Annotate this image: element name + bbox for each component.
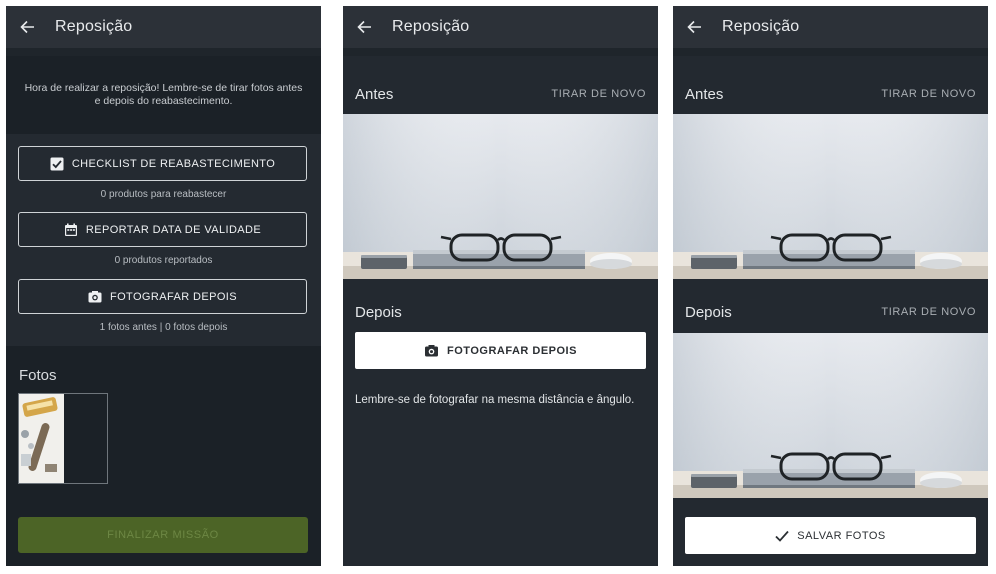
photo-count: 1 fotos antes | 0 fotos depois (99, 322, 228, 333)
finish-mission-button[interactable]: FINALIZAR MISSÃO (18, 517, 308, 553)
finish-mission-label: FINALIZAR MISSÃO (107, 529, 219, 541)
report-expiry-label: REPORTAR DATA DE VALIDADE (85, 223, 262, 236)
checkbox-icon (50, 157, 64, 170)
divider (343, 48, 658, 56)
after-label: Depois (685, 303, 732, 321)
before-label: Antes (685, 85, 724, 103)
screen-reposicao-before-after: Reposição Antes TIRAR DE NOVO Depois TIR… (673, 6, 988, 566)
divider (673, 48, 988, 56)
app-bar: Reposição (673, 6, 988, 48)
hint-text: Lembre-se de fotografar na mesma distânc… (355, 394, 635, 406)
checklist-count: 0 produtos para reabastecer (100, 189, 227, 200)
intro-text: Hora de realizar a reposição! Lembre-se … (24, 82, 303, 107)
retake-after-button[interactable]: TIRAR DE NOVO (881, 306, 976, 318)
before-label: Antes (355, 85, 394, 103)
checklist-button[interactable]: CHECKLIST DE REABASTECIMENTO (18, 146, 307, 181)
back-arrow-icon[interactable] (687, 20, 702, 34)
after-photo-image (673, 333, 988, 498)
product-photo-image (19, 394, 107, 483)
screen-reposicao-overview: Reposição Hora de realizar a reposição! … (6, 6, 321, 566)
intro-banner: Hora de realizar a reposição! Lembre-se … (6, 56, 321, 134)
back-arrow-icon[interactable] (20, 20, 35, 34)
after-label: Depois (355, 303, 402, 321)
after-header: Depois TIRAR DE NOVO (673, 302, 988, 322)
before-header: Antes TIRAR DE NOVO (343, 84, 658, 104)
screen-reposicao-before: Reposição Antes TIRAR DE NOVO Depois FOT… (343, 6, 658, 566)
photo-thumbnail[interactable] (18, 393, 108, 484)
before-header: Antes TIRAR DE NOVO (673, 84, 988, 104)
after-header: Depois (343, 302, 658, 322)
page-title: Reposição (722, 18, 800, 35)
retake-before-button[interactable]: TIRAR DE NOVO (881, 88, 976, 100)
page-title: Reposição (55, 18, 133, 35)
save-photos-label: SALVAR FOTOS (797, 529, 886, 542)
report-expiry-button[interactable]: REPORTAR DATA DE VALIDADE (18, 212, 307, 247)
app-bar: Reposição (343, 6, 658, 48)
camera-icon (425, 344, 439, 356)
camera-icon (88, 290, 102, 302)
checkmark-icon (775, 530, 789, 542)
page-title: Reposição (392, 18, 470, 35)
before-photo-image (343, 114, 658, 279)
save-photos-button[interactable]: SALVAR FOTOS (685, 517, 976, 554)
calendar-icon (64, 223, 77, 236)
report-expiry-count: 0 produtos reportados (114, 255, 213, 266)
photo-after-label: FOTOGRAFAR DEPOIS (447, 344, 577, 357)
photos-title: Fotos (19, 367, 57, 384)
back-arrow-icon[interactable] (357, 20, 372, 34)
photo-after-label: FOTOGRAFAR DEPOIS (109, 290, 237, 303)
checklist-button-label: CHECKLIST DE REABASTECIMENTO (71, 157, 276, 170)
photo-after-button[interactable]: FOTOGRAFAR DEPOIS (18, 279, 307, 314)
photo-after-button[interactable]: FOTOGRAFAR DEPOIS (355, 332, 646, 369)
before-photo-image (673, 114, 988, 279)
divider (6, 48, 321, 56)
retake-before-button[interactable]: TIRAR DE NOVO (551, 88, 646, 100)
app-bar: Reposição (6, 6, 321, 48)
